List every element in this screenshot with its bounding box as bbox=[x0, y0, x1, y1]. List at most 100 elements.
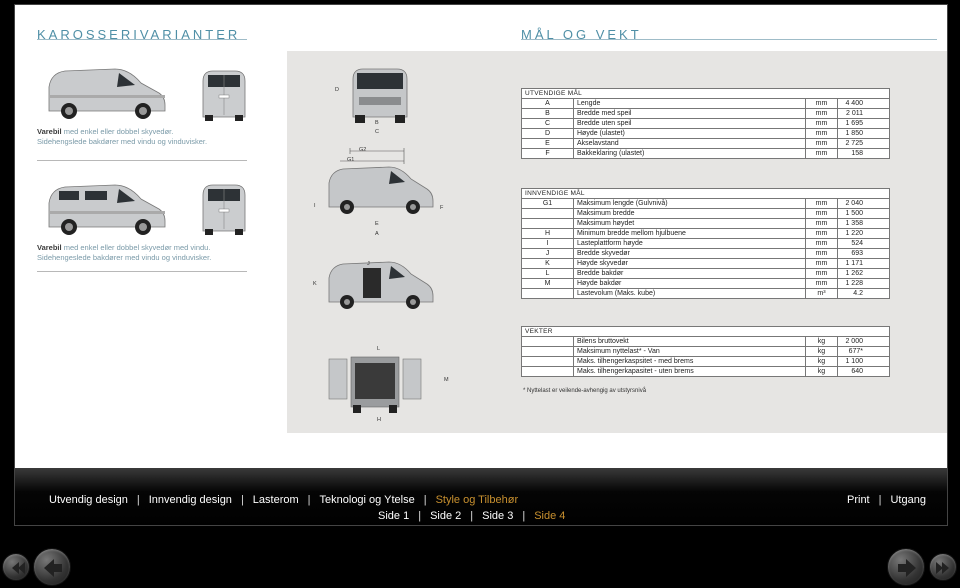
row-label: Bredde skyvedør bbox=[573, 248, 806, 259]
dim-label-A: A bbox=[375, 231, 379, 237]
table-row: E Akselavstand mm 2 725 bbox=[521, 138, 890, 149]
row-label: Lengde bbox=[573, 98, 806, 109]
row-code: M bbox=[521, 278, 574, 289]
diagram-top-view-lines bbox=[340, 148, 405, 164]
utility-link-print[interactable]: Print bbox=[847, 494, 870, 506]
row-unit: mm bbox=[805, 138, 838, 149]
row-label: Lastevolum (Maks. kube) bbox=[573, 288, 806, 299]
brochure-page: KAROSSERIVARIANTER MÅL OG VEKT Varebil m… bbox=[14, 4, 948, 526]
row-label: Lasteplattform høyde bbox=[573, 238, 806, 249]
dim-label-K: K bbox=[313, 281, 317, 287]
exterior-header: UTVENDIGE MÅL bbox=[521, 88, 890, 99]
variant-2-text: med enkel eller dobbel skyvedør med vind… bbox=[61, 243, 211, 252]
row-code bbox=[521, 336, 574, 347]
row-unit: mm bbox=[805, 238, 838, 249]
row-label: Bredde bakdør bbox=[573, 268, 806, 279]
page-link-side-2[interactable]: Side 2 bbox=[430, 510, 461, 522]
variant-1-strong: Varebil bbox=[37, 127, 62, 136]
nav-separator: | bbox=[423, 494, 427, 506]
row-label: Høyde bakdør bbox=[573, 278, 806, 289]
row-code bbox=[521, 208, 574, 219]
row-unit: mm bbox=[805, 268, 838, 279]
row-label: Maksimum nyttelast* - Van bbox=[573, 346, 806, 357]
row-value: 2 011 bbox=[837, 108, 890, 119]
dim-label-L: L bbox=[377, 346, 381, 352]
row-label: Bredde uten speil bbox=[573, 118, 806, 129]
table-row: K Høyde skyvedør mm 1 171 bbox=[521, 258, 890, 269]
dim-label-C: C bbox=[375, 129, 379, 135]
variant-2-caption: Varebil med enkel eller dobbel skyvedør … bbox=[37, 243, 237, 263]
divider-2 bbox=[37, 271, 247, 272]
utility-nav: Print | Utgang bbox=[847, 494, 926, 506]
main-nav: Utvendig design | Innvendig design | Lastero… bbox=[49, 494, 518, 506]
table-row: A Lengde mm 4 400 bbox=[521, 98, 890, 109]
nav-separator: | bbox=[418, 510, 422, 522]
row-value: 2 040 bbox=[837, 198, 890, 209]
table-row: C Bredde uten speil mm 1 695 bbox=[521, 118, 890, 129]
row-unit: mm bbox=[805, 98, 838, 109]
double-arrow-right-icon bbox=[936, 562, 949, 574]
nav-link-teknologi-og-ytelse[interactable]: Teknologi og Ytelse bbox=[320, 494, 415, 506]
row-value: 158 bbox=[837, 148, 890, 159]
table-row: Maks. tilhengerkaspsitet - med brems kg 1 … bbox=[521, 356, 890, 367]
van-side-image-1 bbox=[45, 65, 167, 128]
row-code: I bbox=[521, 238, 574, 249]
row-value: 1 100 bbox=[837, 356, 890, 367]
dim-label-E: E bbox=[375, 221, 379, 227]
dim-label-I: I bbox=[314, 203, 316, 209]
row-label: Høyde (ulastet) bbox=[573, 128, 806, 139]
nav-link-style-og-tilbeh-r[interactable]: Style og Tilbehør bbox=[436, 494, 519, 506]
row-label: Minimum bredde mellom hjulbuene bbox=[573, 228, 806, 239]
row-label: Maks. tilhengerkaspsitet - med brems bbox=[573, 356, 806, 367]
row-code: D bbox=[521, 128, 574, 139]
nav-separator: | bbox=[240, 494, 244, 506]
row-code: L bbox=[521, 268, 574, 279]
weights-footnote: * Nyttelast er veilende-avhengig av utst… bbox=[523, 388, 647, 394]
exterior-header-row: UTVENDIGE MÅL bbox=[521, 88, 890, 99]
nav-separator: | bbox=[522, 510, 526, 522]
footer-navigation: Utvendig design | Innvendig design | Lastero… bbox=[15, 468, 947, 525]
row-unit: kg bbox=[805, 356, 838, 367]
diagram-front-view bbox=[345, 63, 415, 130]
nav-link-innvendig-design[interactable]: Innvendig design bbox=[149, 494, 232, 506]
row-unit: mm bbox=[805, 218, 838, 229]
table-row: H Minimum bredde mellom hjulbuene mm 1 220 bbox=[521, 228, 890, 239]
section-rule-left bbox=[37, 39, 247, 40]
page-link-side-1[interactable]: Side 1 bbox=[378, 510, 409, 522]
table-row: Bilens bruttovekt kg 2 000 bbox=[521, 336, 890, 347]
table-row: Lastevolum (Maks. kube) m³ 4.2 bbox=[521, 288, 890, 299]
last-page-button[interactable] bbox=[929, 553, 957, 581]
weights-table: VEKTER Bilens bruttovekt kg 2 000 Maksimum n… bbox=[521, 326, 890, 377]
nav-separator: | bbox=[307, 494, 311, 506]
row-unit: mm bbox=[805, 228, 838, 239]
row-value: 640 bbox=[837, 366, 890, 377]
row-label: Maksimum høydet bbox=[573, 218, 806, 229]
first-page-button[interactable] bbox=[2, 553, 30, 581]
table-row: D Høyde (ulastet) mm 1 850 bbox=[521, 128, 890, 139]
row-code bbox=[521, 288, 574, 299]
dim-label-B: B bbox=[375, 120, 379, 126]
row-unit: mm bbox=[805, 118, 838, 129]
nav-link-lasterom[interactable]: Lasterom bbox=[253, 494, 299, 506]
row-label: Maksimum lengde (Gulvnivå) bbox=[573, 198, 806, 209]
next-page-button[interactable] bbox=[887, 548, 925, 586]
page-link-side-3[interactable]: Side 3 bbox=[482, 510, 513, 522]
weights-header-row: VEKTER bbox=[521, 326, 890, 337]
table-row: Maksimum bredde mm 1 500 bbox=[521, 208, 890, 219]
row-unit: m³ bbox=[805, 288, 838, 299]
row-label: Bredde med speil bbox=[573, 108, 806, 119]
page-link-side-4[interactable]: Side 4 bbox=[534, 510, 565, 522]
double-arrow-left-icon bbox=[12, 562, 25, 574]
variant-1-text: med enkel eller dobbel skyvedør. bbox=[61, 127, 174, 136]
previous-page-button[interactable] bbox=[33, 548, 71, 586]
row-unit: mm bbox=[805, 128, 838, 139]
row-value: 1 220 bbox=[837, 228, 890, 239]
row-value: 2 000 bbox=[837, 336, 890, 347]
table-row: Maks. tilhengerkapasitet - uten brems kg 6… bbox=[521, 366, 890, 377]
nav-link-utvendig-design[interactable]: Utvendig design bbox=[49, 494, 128, 506]
utility-link-utgang[interactable]: Utgang bbox=[890, 494, 925, 506]
arrow-left-icon bbox=[44, 559, 62, 577]
table-row: F Bakkeklaring (ulastet) mm 158 bbox=[521, 148, 890, 159]
row-code bbox=[521, 346, 574, 357]
dim-label-M: M bbox=[444, 377, 449, 383]
